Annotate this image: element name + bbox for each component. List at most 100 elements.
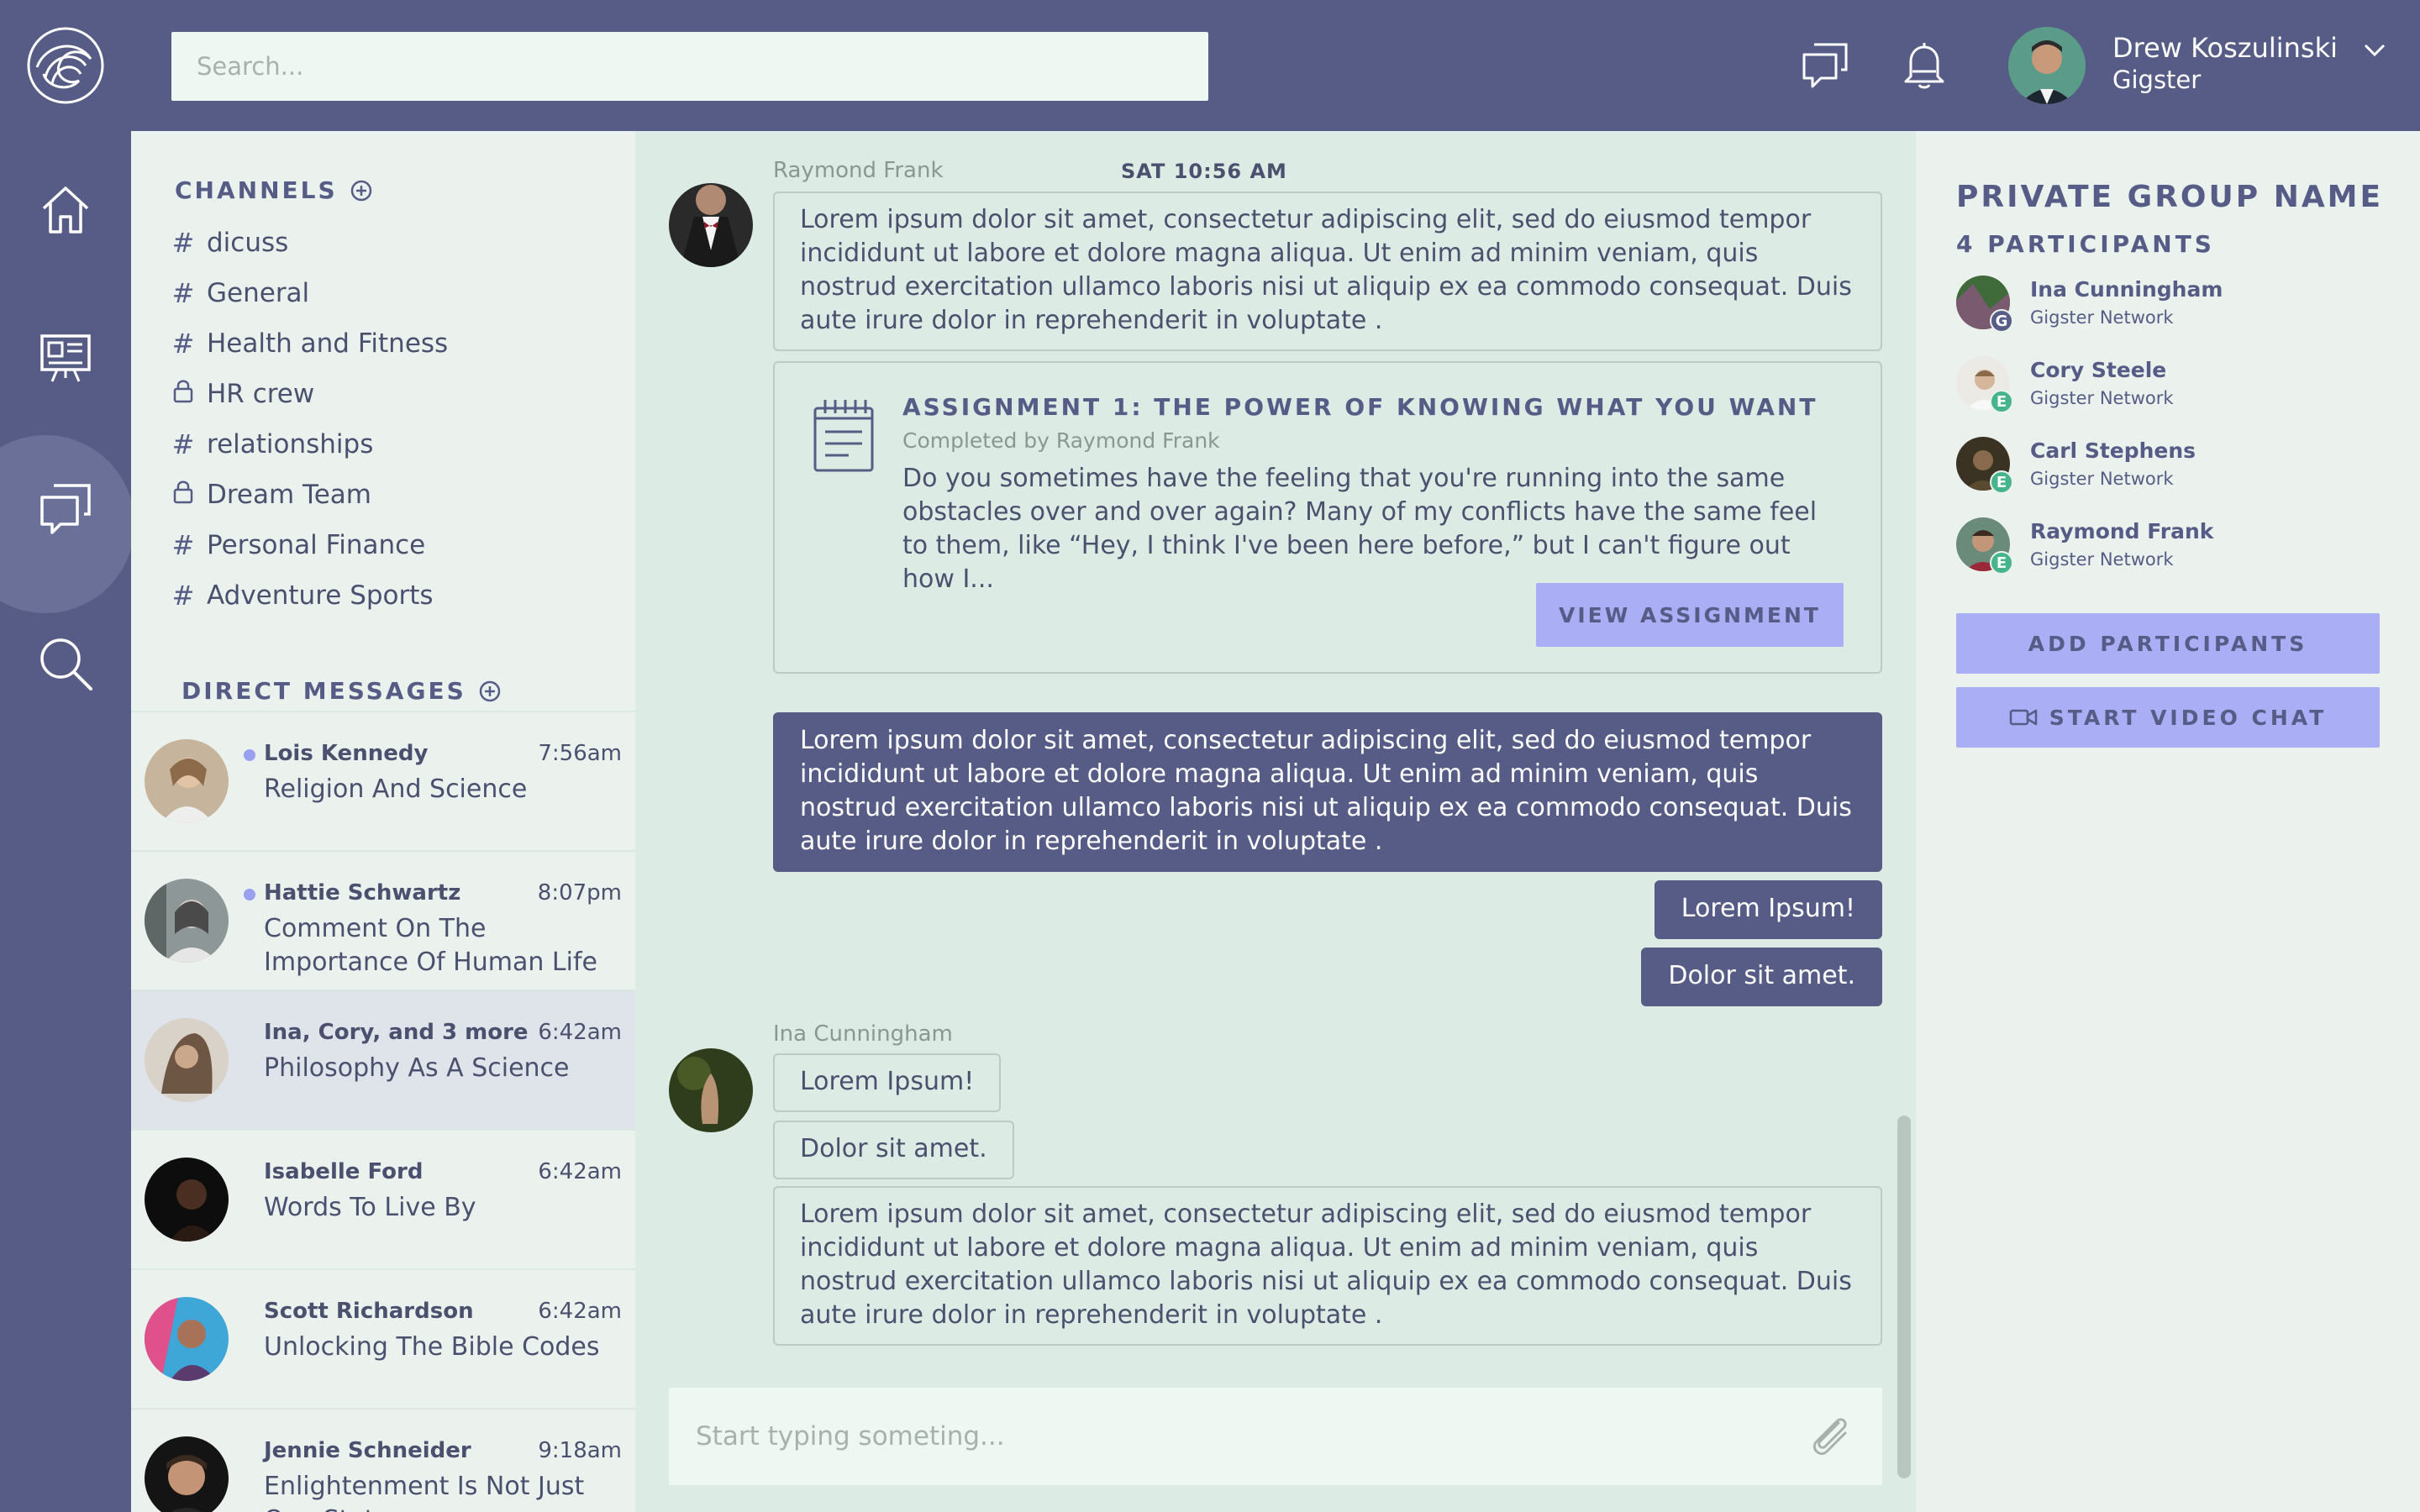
participant-name: Raymond Frank: [2030, 519, 2214, 543]
add-message-icon[interactable]: [478, 680, 502, 703]
channel-label: Dream Team: [207, 480, 371, 510]
chevron-down-icon: [2364, 44, 2386, 57]
hash-icon: #: [171, 428, 195, 460]
user-role: Gigster: [2112, 66, 2202, 94]
network-badge: E: [1990, 551, 2013, 575]
dm-time: 7:56am: [538, 741, 622, 766]
nav-home[interactable]: [0, 143, 131, 277]
participant-name: Ina Cunningham: [2030, 277, 2223, 302]
search-input[interactable]: [171, 32, 1208, 101]
dm-item[interactable]: Ina, Cory, and 3 more 6:42am Philosophy …: [131, 990, 635, 1129]
avatar[interactable]: [2008, 27, 2086, 104]
channel-label: General: [207, 278, 310, 308]
channel-label: Adventure Sports: [207, 580, 434, 611]
hash-icon: #: [171, 529, 195, 561]
hash-icon: #: [171, 580, 195, 612]
participant-network: Gigster Network: [2030, 469, 2174, 489]
avatar: [145, 739, 229, 823]
participant-network: Gigster Network: [2030, 307, 2174, 328]
message-bubble: Lorem ipsum dolor sit amet, consectetur …: [773, 192, 1882, 351]
dm-name: Ina, Cory, and 3 more: [264, 1020, 529, 1045]
add-channel-icon[interactable]: [350, 179, 373, 202]
group-info-panel: PRIVATE GROUP NAME 4 PARTICIPANTS G Ina …: [1916, 131, 2420, 1512]
channel-label: dicuss: [207, 228, 289, 258]
participant-item[interactable]: E Carl Stephens Gigster Network: [1956, 437, 2393, 497]
chat-icon: [40, 484, 91, 534]
channel-item[interactable]: # dicuss: [171, 222, 289, 264]
app-logo[interactable]: [0, 0, 131, 131]
channel-label: Health and Fitness: [207, 328, 449, 359]
participant-name: Carl Stephens: [2030, 438, 2196, 463]
channel-item[interactable]: HR crew: [171, 373, 314, 415]
dm-preview: Religion And Science: [264, 774, 528, 804]
user-menu-toggle[interactable]: [2363, 37, 2386, 66]
avatar: [145, 879, 229, 963]
start-video-chat-button[interactable]: START VIDEO CHAT: [1956, 687, 2380, 748]
message-sender: Ina Cunningham: [773, 1021, 953, 1047]
notifications-button[interactable]: [1892, 34, 1956, 97]
direct-messages-header: DIRECT MESSAGES: [182, 677, 502, 705]
message-timestamp: SAT 10:56 AM: [1121, 160, 1287, 183]
participant-item[interactable]: G Ina Cunningham Gigster Network: [1956, 276, 2393, 336]
chat-icon: [1802, 43, 1848, 88]
chat-area: Raymond Frank SAT 10:56 AM Lorem ipsum d…: [635, 131, 1916, 1512]
dm-time: 6:42am: [538, 1299, 622, 1324]
lock-icon: [171, 378, 195, 410]
channel-item[interactable]: # Health and Fitness: [171, 323, 449, 365]
top-header: Drew Koszulinski Gigster: [131, 0, 2420, 131]
view-assignment-button[interactable]: VIEW ASSIGNMENT: [1536, 583, 1844, 647]
channel-label: relationships: [207, 429, 374, 459]
channel-item[interactable]: # Personal Finance: [171, 524, 426, 566]
dm-name: Lois Kennedy: [264, 741, 429, 766]
dm-item[interactable]: Hattie Schwartz 8:07pm Comment On The Im…: [131, 850, 635, 990]
unread-dot: [244, 889, 255, 900]
avatar: [145, 1436, 229, 1512]
avatar: [145, 1297, 229, 1381]
channel-item[interactable]: # General: [171, 272, 310, 314]
messages-button[interactable]: [1793, 34, 1857, 97]
network-badge: E: [1990, 390, 2013, 413]
own-message-bubble: Lorem ipsum dolor sit amet, consectetur …: [773, 712, 1882, 872]
video-camera-icon: [2009, 709, 2037, 726]
notepad-icon: [813, 400, 874, 472]
participant-item[interactable]: E Cory Steele Gigster Network: [1956, 356, 2393, 417]
dm-time: 6:42am: [538, 1020, 622, 1045]
avatar: [669, 1048, 753, 1132]
channel-item[interactable]: Dream Team: [171, 474, 371, 516]
assignment-card: ASSIGNMENT 1: THE POWER OF KNOWING WHAT …: [773, 361, 1882, 674]
channel-item[interactable]: # Adventure Sports: [171, 575, 434, 617]
message-input[interactable]: [669, 1388, 1882, 1485]
user-name[interactable]: Drew Koszulinski: [2112, 32, 2338, 64]
dm-name: Jennie Schneider: [264, 1438, 471, 1463]
hash-icon: #: [171, 227, 195, 259]
attach-button[interactable]: [1805, 1411, 1855, 1465]
channel-item[interactable]: # relationships: [171, 423, 374, 465]
participant-network: Gigster Network: [2030, 388, 2174, 408]
start-video-chat-label: START VIDEO CHAT: [2049, 705, 2328, 730]
channels-sidebar: CHANNELS # dicuss # General # Health and…: [131, 131, 635, 1512]
participant-item[interactable]: E Raymond Frank Gigster Network: [1956, 517, 2393, 578]
hash-icon: #: [171, 328, 195, 360]
home-icon: [42, 186, 89, 234]
add-participants-button[interactable]: ADD PARTICIPANTS: [1956, 613, 2380, 674]
nav-messages[interactable]: [0, 435, 134, 613]
dm-item[interactable]: Scott Richardson 6:42am Unlocking The Bi…: [131, 1268, 635, 1408]
search-icon: [40, 638, 92, 690]
nav-board[interactable]: [0, 291, 131, 425]
chat-scrollbar[interactable]: [1897, 1116, 1911, 1478]
dm-time: 9:18am: [538, 1438, 622, 1463]
network-badge: G: [1990, 309, 2013, 333]
bell-icon: [1904, 43, 1944, 89]
dm-item[interactable]: Isabelle Ford 6:42am Words To Live By: [131, 1129, 635, 1268]
dm-preview: Comment On The Importance Of Human Life: [264, 914, 597, 977]
dm-name: Hattie Schwartz: [264, 880, 461, 906]
nav-search[interactable]: [0, 596, 131, 731]
dm-item[interactable]: Jennie Schneider 9:18am Enlightenment Is…: [131, 1408, 635, 1512]
message-sender: Raymond Frank: [773, 158, 944, 183]
icon-rail: [0, 0, 134, 1512]
dm-item[interactable]: Lois Kennedy 7:56am Religion And Science: [131, 711, 635, 850]
wave-logo-icon: [27, 27, 104, 104]
channel-label: HR crew: [207, 379, 315, 409]
channel-label: Personal Finance: [207, 530, 426, 560]
unread-dot: [244, 749, 255, 761]
